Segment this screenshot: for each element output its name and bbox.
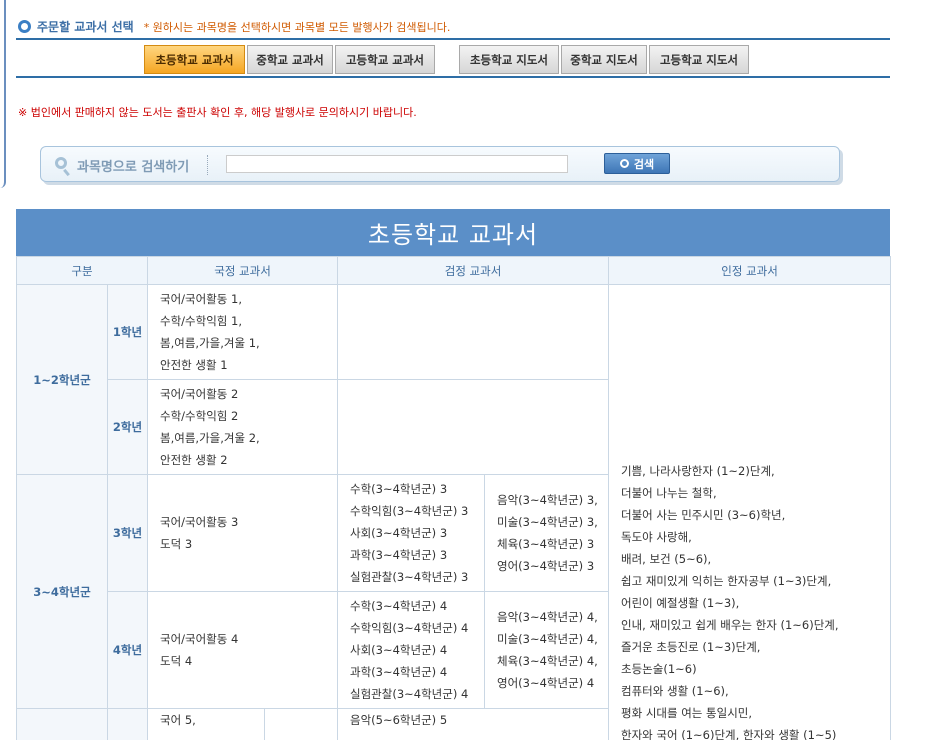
header-certified: 검정 교과서	[337, 256, 610, 285]
book-link[interactable]: 과학(3~4학년군) 3	[350, 544, 472, 566]
group-label: 3~4학년군	[16, 474, 108, 709]
tab-high-textbook[interactable]: 고등학교 교과서	[335, 45, 435, 74]
certified-cell: 수학(3~4학년군) 3 수학익힘(3~4학년군) 3 사회(3~4학년군) 3…	[337, 474, 486, 592]
book-link[interactable]: 실험관찰(3~4학년군) 4	[350, 683, 472, 705]
book-link[interactable]: 사회(3~4학년군) 4	[350, 639, 472, 661]
book-link[interactable]: 국어 5,	[160, 709, 252, 731]
tab-high-guide[interactable]: 고등학교 지도서	[649, 45, 749, 74]
header-category: 구분	[15, 256, 149, 285]
book-link[interactable]: 한자와 국어 (1~6)단계, 한자와 생활 (1~5)	[621, 724, 878, 740]
book-link[interactable]: 체육(3~4학년군) 4,	[497, 650, 598, 672]
section-note: * 원하시는 과목명을 선택하시면 과목별 모든 발행사가 검색됩니다.	[143, 20, 451, 34]
book-link[interactable]: 음악(5~6학년군) 5	[350, 709, 596, 731]
search-panel: 과목명으로 검색하기 검색	[40, 146, 840, 182]
national-cell: 국어/국어활동 1, 수학/수학익힘 1, 봄,여름,가을,겨울 1, 안전한 …	[147, 284, 339, 380]
certified-cell: 음악(5~6학년군) 5	[337, 708, 610, 740]
book-link[interactable]: 어린이 예절생활 (1~3),	[621, 592, 878, 614]
book-link[interactable]: 수학(3~4학년군) 3	[350, 478, 472, 500]
book-link[interactable]: 봄,여름,가을,겨울 1,	[160, 332, 325, 354]
magnifier-icon	[619, 159, 629, 168]
book-link[interactable]: 안전한 생활 2	[160, 449, 325, 471]
warning-notice: ※ 법인에서 판매하지 않는 도서는 출판사 확인 후, 해당 발행사로 문의하…	[18, 106, 417, 119]
book-link[interactable]: 더불어 사는 민주시민 (3~6)학년,	[621, 504, 878, 526]
circle-bullet-icon	[18, 20, 31, 33]
book-link[interactable]: 수학익힘(3~4학년군) 3	[350, 500, 472, 522]
authorized-cell: 기쁨, 나라사랑한자 (1~2)단계, 더불어 나누는 철학, 더불어 사는 민…	[608, 284, 892, 740]
book-link[interactable]: 국어/국어활동 3	[160, 511, 325, 533]
book-link[interactable]: 수학/수학익힘 1,	[160, 310, 325, 332]
book-link[interactable]: 체육(3~4학년군) 3	[497, 533, 596, 555]
certified-cell: 음악(3~4학년군) 3, 미술(3~4학년군) 3, 체육(3~4학년군) 3…	[484, 474, 610, 592]
tabs-divider	[16, 76, 890, 78]
search-separator	[207, 155, 208, 175]
certified-cell: 음악(3~4학년군) 4, 미술(3~4학년군) 4, 체육(3~4학년군) 4…	[484, 591, 610, 709]
grade-label: 1학년	[106, 284, 149, 380]
header-authorized: 인정 교과서	[608, 256, 892, 285]
book-link[interactable]: 인내, 재미있고 쉽게 배우는 한자 (1~6)단계,	[621, 614, 878, 636]
header-national: 국정 교과서	[147, 256, 339, 285]
certified-cell	[337, 379, 610, 475]
national-cell: 국어/국어활동 2 수학/수학익힘 2 봄,여름,가을,겨울 2, 안전한 생활…	[147, 379, 339, 475]
tab-elementary-guide[interactable]: 초등학교 지도서	[459, 45, 559, 74]
search-label: 과목명으로 검색하기	[77, 160, 190, 175]
book-link[interactable]: 실험관찰(3~4학년군) 3	[350, 566, 472, 588]
textbook-table: 구분 국정 교과서 검정 교과서 인정 교과서 1~2학년군 1학년 국어/국어…	[15, 256, 892, 740]
top-divider	[16, 38, 890, 40]
book-link[interactable]: 안전한 생활 1	[160, 354, 325, 376]
book-link[interactable]: 국어/국어활동 1,	[160, 288, 325, 310]
book-link[interactable]: 쉽고 재미있게 익히는 한자공부 (1~3)단계,	[621, 570, 878, 592]
book-link[interactable]: 더불어 나누는 철학,	[621, 482, 878, 504]
book-link[interactable]: 수학익힘(3~4학년군) 4	[350, 617, 472, 639]
book-link[interactable]: 영어(3~4학년군) 4	[497, 672, 596, 694]
left-frame-border	[0, 0, 6, 188]
national-cell: 국어 5,	[147, 708, 266, 740]
table-banner: 초등학교 교과서	[16, 209, 890, 256]
book-link[interactable]: 컴퓨터와 생활 (1~6),	[621, 680, 878, 702]
search-button[interactable]: 검색	[604, 153, 670, 174]
book-link[interactable]: 미술(3~4학년군) 4,	[497, 628, 598, 650]
category-tabs: 초등학교 교과서 중학교 교과서 고등학교 교과서 초등학교 지도서 중학교 지…	[144, 45, 749, 74]
national-cell: 국어/국어활동 3 도덕 3	[147, 474, 339, 592]
search-input[interactable]	[226, 155, 568, 173]
book-link[interactable]: 도덕 3	[160, 533, 325, 555]
grade-label: 4학년	[106, 591, 149, 709]
book-link[interactable]: 음악(3~4학년군) 3,	[497, 489, 598, 511]
book-link[interactable]: 봄,여름,가을,겨울 2,	[160, 427, 325, 449]
book-link[interactable]: 초등논술(1~6)	[621, 658, 878, 680]
book-link[interactable]: 사회(3~4학년군) 3	[350, 522, 472, 544]
book-link[interactable]: 도덕 4	[160, 650, 325, 672]
grade-label: 3학년	[106, 474, 149, 592]
book-link[interactable]: 기쁨, 나라사랑한자 (1~2)단계,	[621, 460, 878, 482]
tab-middle-textbook[interactable]: 중학교 교과서	[247, 45, 333, 74]
search-icon	[55, 157, 67, 169]
book-link[interactable]: 평화 시대를 여는 통일시민,	[621, 702, 878, 724]
book-link[interactable]: 과학(3~4학년군) 4	[350, 661, 472, 683]
book-link[interactable]: 영어(3~4학년군) 3	[497, 555, 596, 577]
section-title: 주문할 교과서 선택	[37, 20, 134, 34]
search-button-label: 검색	[633, 157, 655, 171]
national-cell	[264, 708, 339, 740]
book-link[interactable]: 독도야 사랑해,	[621, 526, 878, 548]
certified-cell: 수학(3~4학년군) 4 수학익힘(3~4학년군) 4 사회(3~4학년군) 4…	[337, 591, 486, 709]
book-link[interactable]: 수학(3~4학년군) 4	[350, 595, 472, 617]
table-row: 1~2학년군 1학년 국어/국어활동 1, 수학/수학익힘 1, 봄,여름,가을…	[16, 284, 892, 740]
book-link[interactable]: 배려, 보건 (5~6),	[621, 548, 878, 570]
grade-label	[106, 708, 149, 740]
table-header-row: 구분 국정 교과서 검정 교과서 인정 교과서	[15, 256, 892, 285]
book-link[interactable]: 국어/국어활동 2	[160, 383, 325, 405]
book-link[interactable]: 미술(3~4학년군) 3,	[497, 511, 598, 533]
book-link[interactable]: 즐거운 초등진로 (1~3)단계,	[621, 636, 878, 658]
book-link[interactable]: 수학/수학익힘 2	[160, 405, 325, 427]
group-label	[16, 708, 108, 740]
tab-elementary-textbook[interactable]: 초등학교 교과서	[144, 45, 245, 74]
book-link[interactable]: 음악(3~4학년군) 4,	[497, 606, 598, 628]
section-header: 주문할 교과서 선택 * 원하시는 과목명을 선택하시면 과목별 모든 발행사가…	[18, 18, 450, 35]
national-cell: 국어/국어활동 4 도덕 4	[147, 591, 339, 709]
textbook-table-panel: 초등학교 교과서 구분 국정 교과서 검정 교과서 인정 교과서 1~2학년군 …	[15, 209, 892, 740]
certified-cell	[337, 284, 610, 380]
tab-middle-guide[interactable]: 중학교 지도서	[561, 45, 647, 74]
group-label: 1~2학년군	[16, 284, 108, 475]
grade-label: 2학년	[106, 379, 149, 475]
book-link[interactable]: 국어/국어활동 4	[160, 628, 325, 650]
